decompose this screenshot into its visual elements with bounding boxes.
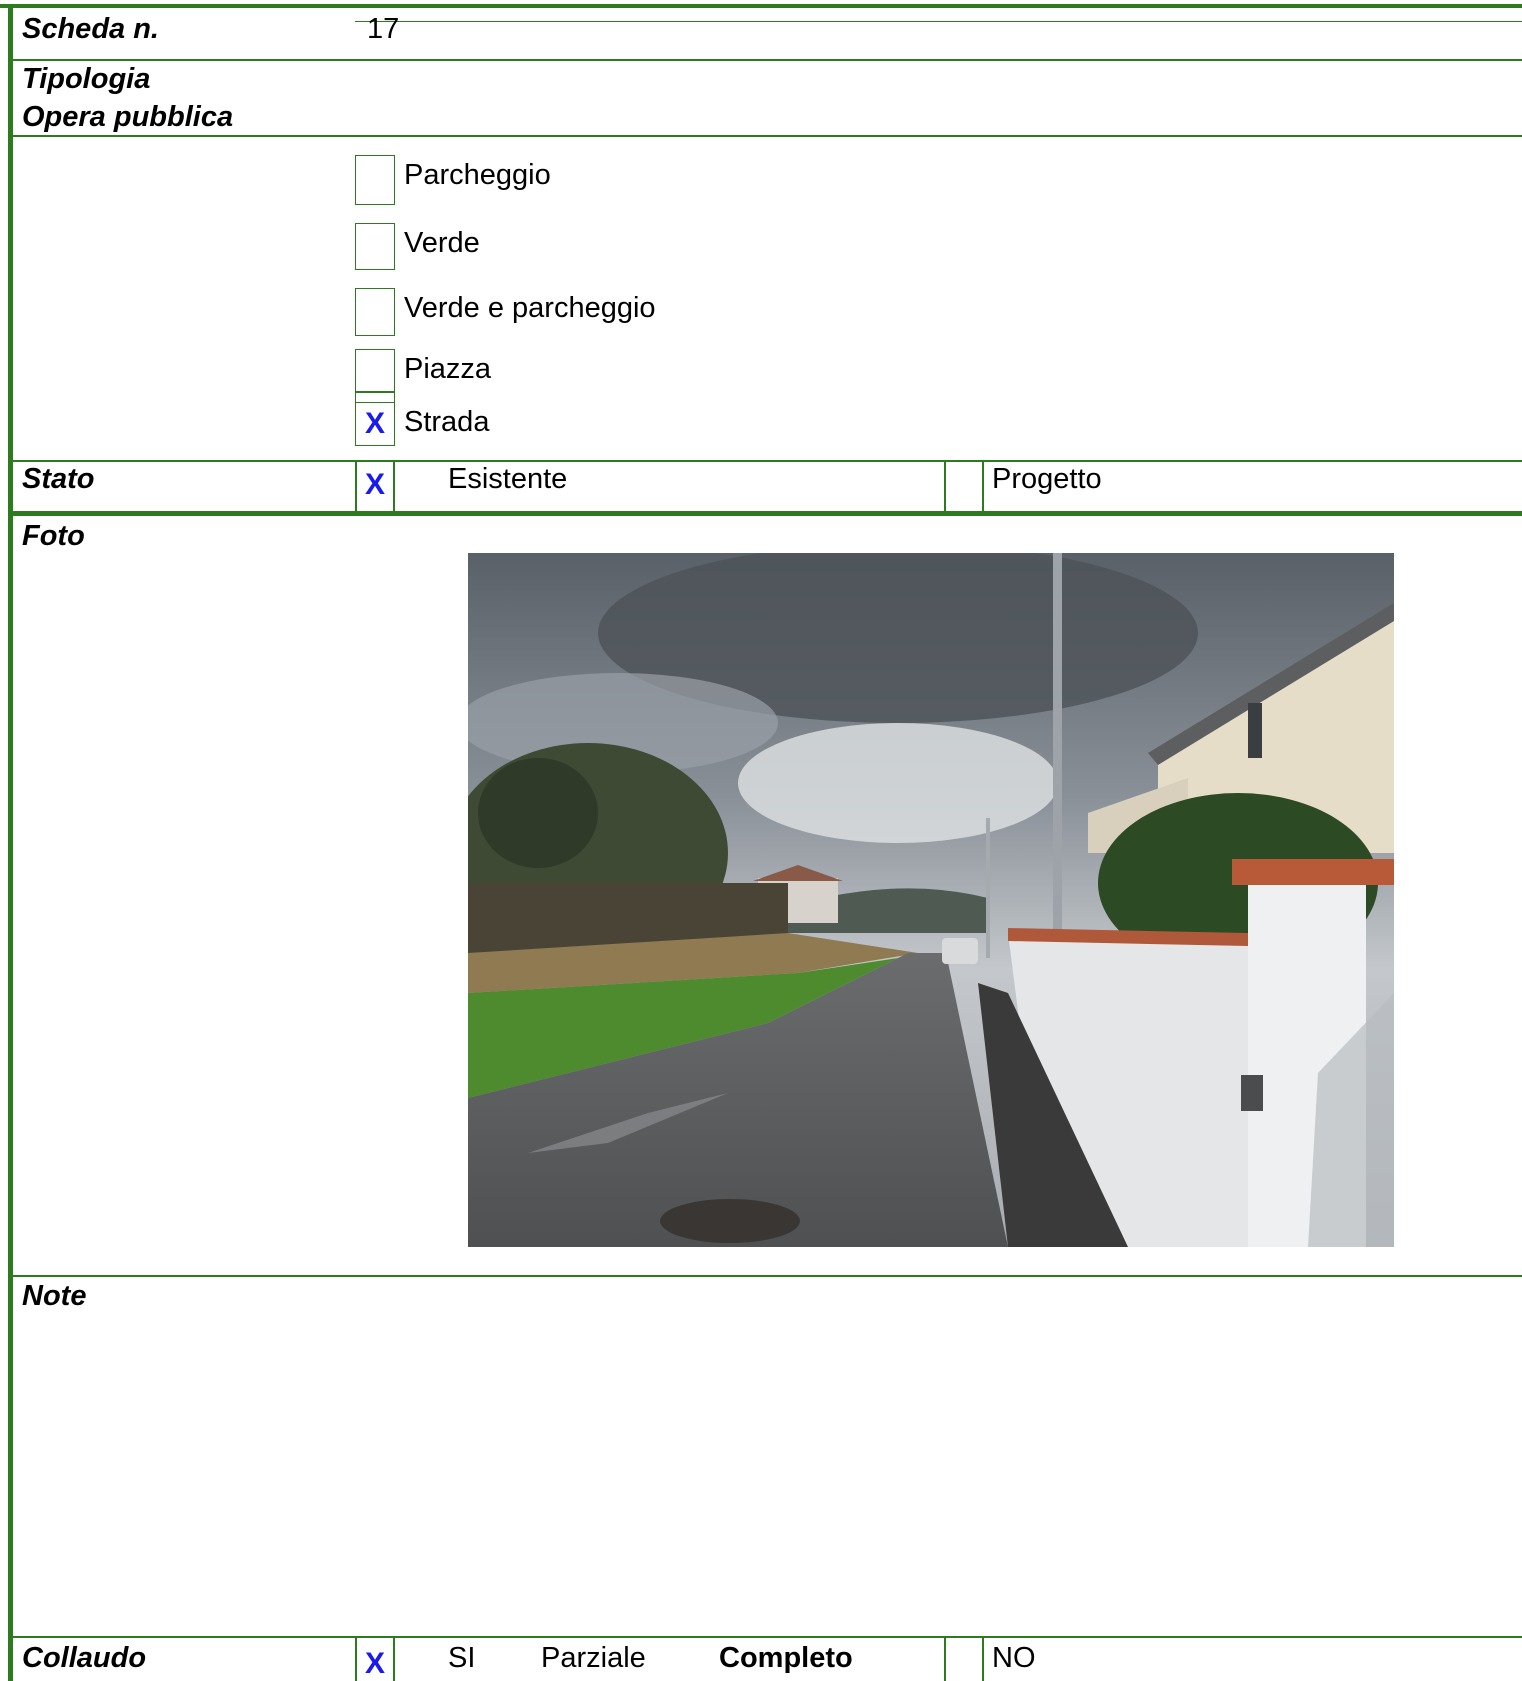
stato-cell-divider-4 xyxy=(982,460,984,512)
stato-top-line xyxy=(13,460,1522,462)
scheda-label: Scheda n. xyxy=(22,13,159,45)
collaudo-label: Collaudo xyxy=(22,1642,147,1674)
collaudo-cell-divider-3 xyxy=(944,1636,946,1681)
stato-cell-divider-2 xyxy=(393,460,395,512)
left-border xyxy=(8,4,13,1681)
tipologia-label-line2: Opera pubblica xyxy=(22,101,234,133)
collaudo-cell-divider-2 xyxy=(393,1636,395,1681)
tipologia-divider xyxy=(13,135,1522,137)
scheda-value-topline xyxy=(355,21,1522,22)
collaudo-si-label: SI xyxy=(448,1642,476,1674)
stato-esistente-label: Esistente xyxy=(448,463,568,495)
option-parcheggio-label: Parcheggio xyxy=(404,159,551,191)
checkbox-strada-inner-line xyxy=(355,402,395,403)
stato-progetto-label: Progetto xyxy=(992,463,1102,495)
tipologia-label-line1: Tipologia xyxy=(22,63,151,95)
collaudo-cell-divider-4 xyxy=(982,1636,984,1681)
collaudo-parziale-label: Parziale xyxy=(541,1642,646,1674)
collaudo-completo-label: Completo xyxy=(719,1642,853,1674)
option-strada-label: Strada xyxy=(404,406,490,438)
option-verde-e-parcheggio-label: Verde e parcheggio xyxy=(404,292,656,324)
stato-cell-divider-3 xyxy=(944,460,946,512)
checkbox-parcheggio[interactable] xyxy=(355,155,395,205)
option-piazza-label: Piazza xyxy=(404,353,492,385)
collaudo-no-label: NO xyxy=(992,1642,1036,1674)
stato-esistente-mark[interactable]: X xyxy=(357,468,393,502)
stato-bottom-line xyxy=(13,511,1522,516)
checkbox-piazza[interactable] xyxy=(355,349,395,392)
checkbox-strada-mark: X xyxy=(364,407,385,440)
scheda-bottom-line xyxy=(13,59,1522,61)
foto-label: Foto xyxy=(22,520,85,552)
collaudo-si-mark[interactable]: X xyxy=(357,1647,393,1681)
top-border xyxy=(0,4,1522,8)
street-photo xyxy=(468,553,1394,1247)
collaudo-top-line xyxy=(13,1636,1522,1638)
scheda-value: 17 xyxy=(367,13,400,45)
option-verde-label: Verde xyxy=(404,227,480,259)
foto-bottom-line xyxy=(13,1275,1522,1277)
checkbox-verde-e-parcheggio[interactable] xyxy=(355,288,395,336)
stato-label: Stato xyxy=(22,463,95,495)
note-label: Note xyxy=(22,1280,87,1312)
checkbox-verde[interactable] xyxy=(355,223,395,270)
